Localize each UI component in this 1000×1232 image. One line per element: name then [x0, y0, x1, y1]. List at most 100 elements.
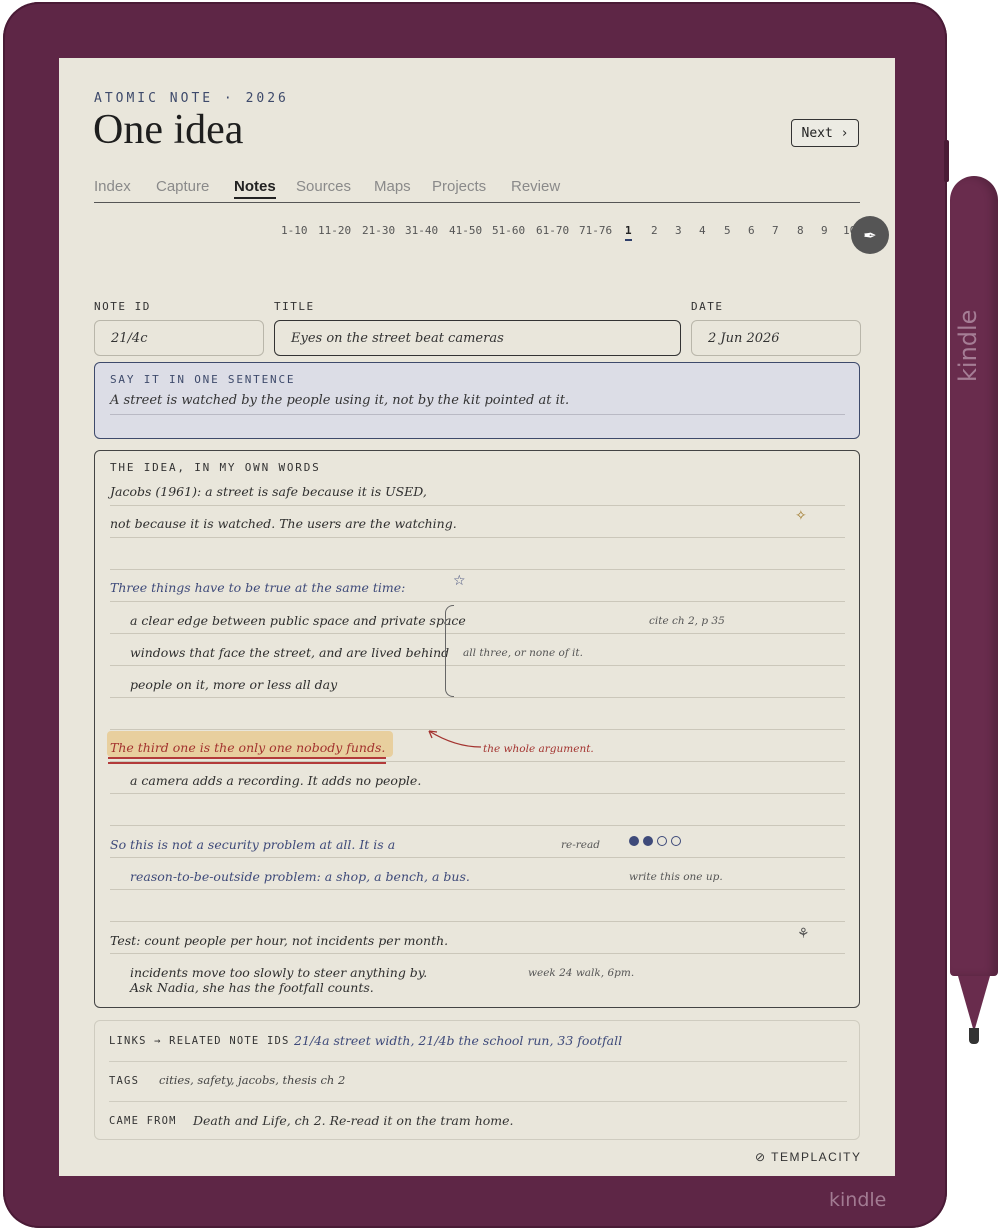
rating-dot-filled	[643, 836, 653, 846]
links-value: 21/4a street width, 21/4b the school run…	[294, 1033, 623, 1048]
handwritten-line: Jacobs (1961): a street is safe because …	[110, 484, 427, 499]
underline-mark	[108, 757, 386, 759]
rating-dot-empty	[671, 836, 681, 846]
pen-nib-icon: ✒	[863, 225, 877, 245]
one-sentence-box[interactable]: SAY IT IN ONE SENTENCE A street is watch…	[94, 362, 860, 439]
tab-capture[interactable]: Capture	[156, 178, 209, 195]
ruled-line	[110, 697, 845, 698]
margin-note: re-read	[561, 839, 600, 851]
pager-page[interactable]: 4	[699, 224, 706, 237]
handwritten-line: a camera adds a recording. It adds no pe…	[130, 773, 422, 788]
pager-page[interactable]: 6	[748, 224, 755, 237]
pager-range[interactable]: 51-60	[492, 224, 525, 237]
tab-maps[interactable]: Maps	[374, 178, 411, 195]
stylus-pen: kindle	[950, 176, 998, 1046]
ruled-line	[110, 633, 845, 634]
date-label: DATE	[691, 300, 724, 313]
e-ink-screen: ATOMIC NOTE · 2026 One idea Next › Index…	[59, 58, 895, 1176]
tab-notes[interactable]: Notes	[234, 178, 276, 199]
pager-page[interactable]: 9	[821, 224, 828, 237]
idea-writing-area[interactable]: THE IDEA, IN MY OWN WORDS Jacobs (1961):…	[94, 450, 860, 1008]
rating-dot-empty	[657, 836, 667, 846]
margin-note: all three, or none of it.	[463, 647, 583, 659]
tab-sources[interactable]: Sources	[296, 178, 351, 195]
tags-row[interactable]: TAGS cities, safety, jacobs, thesis ch 2	[109, 1061, 847, 1102]
pager-page[interactable]: 3	[675, 224, 682, 237]
pen-brand-logo: kindle	[954, 309, 982, 383]
ruled-line	[110, 825, 845, 826]
handwritten-list-item: people on it, more or less all day	[130, 677, 338, 692]
pager-range[interactable]: 1-10	[281, 224, 308, 237]
source-label: CAME FROM	[109, 1115, 177, 1127]
handwritten-line: reason-to-be-outside problem: a shop, a …	[130, 869, 470, 884]
handwritten-line: incidents move too slowly to steer anyth…	[130, 965, 428, 980]
pen-nib	[969, 1028, 979, 1044]
handwritten-line: Test: count people per hour, not inciden…	[110, 933, 449, 948]
links-label: LINKS → RELATED NOTE IDS	[109, 1035, 290, 1047]
pager-range[interactable]: 11-20	[318, 224, 351, 237]
rating-dot-filled	[629, 836, 639, 846]
plant-doodle-icon: ⚘	[797, 926, 810, 942]
pager-page[interactable]: 5	[724, 224, 731, 237]
pager-page-active[interactable]: 1	[625, 224, 632, 241]
date-field[interactable]: 2 Jun 2026	[691, 320, 861, 356]
ruled-line	[110, 889, 845, 890]
star-doodle-icon: ☆	[453, 573, 466, 589]
ruled-line	[110, 793, 845, 794]
template-credit: ⊘ TEMPLACITY	[755, 1150, 862, 1164]
handwritten-list-item: a clear edge between public space and pr…	[130, 613, 466, 628]
pager-range[interactable]: 41-50	[449, 224, 482, 237]
device-side-button	[944, 140, 949, 182]
tab-bar: Index Capture Notes Sources Maps Project…	[94, 178, 860, 203]
pager-page[interactable]: 8	[797, 224, 804, 237]
pen-tool-button[interactable]: ✒	[851, 216, 889, 254]
margin-note: write this one up.	[629, 871, 723, 883]
kindle-device: ATOMIC NOTE · 2026 One idea Next › Index…	[3, 2, 947, 1228]
pager-range[interactable]: 31-40	[405, 224, 438, 237]
margin-note: week 24 walk, 6pm.	[528, 967, 635, 979]
citation-note: cite ch 2, p 35	[649, 615, 725, 627]
page-title: One idea	[93, 107, 244, 153]
curly-brace-mark	[445, 605, 454, 697]
note-id-label: NOTE ID	[94, 300, 151, 313]
ruled-line	[110, 505, 845, 506]
margin-note: the whole argument.	[483, 743, 594, 755]
leaf-logo-icon: ⊘	[755, 1150, 772, 1164]
one-sentence-label: SAY IT IN ONE SENTENCE	[110, 373, 296, 386]
handwritten-line: So this is not a security problem at all…	[110, 837, 396, 852]
pager-range[interactable]: 21-30	[362, 224, 395, 237]
ruled-line	[110, 601, 845, 602]
underline-mark	[108, 762, 386, 764]
ruled-line	[110, 921, 845, 922]
pager-range[interactable]: 61-70	[536, 224, 569, 237]
handwritten-line: Three things have to be true at the same…	[110, 580, 406, 595]
credit-text: TEMPLACITY	[771, 1150, 862, 1164]
source-value: Death and Life, ch 2. Re-read it on the …	[193, 1113, 514, 1128]
tab-index[interactable]: Index	[94, 178, 131, 195]
ruled-line	[110, 537, 845, 538]
links-row[interactable]: LINKS → RELATED NOTE IDS 21/4a street wi…	[109, 1021, 847, 1062]
ruled-line	[110, 569, 845, 570]
source-row[interactable]: CAME FROM Death and Life, ch 2. Re-read …	[109, 1101, 847, 1141]
tags-value: cities, safety, jacobs, thesis ch 2	[159, 1073, 346, 1087]
highlighted-line: The third one is the only one nobody fun…	[110, 740, 386, 755]
tab-projects[interactable]: Projects	[432, 178, 486, 195]
tab-review[interactable]: Review	[511, 178, 560, 195]
idea-label: THE IDEA, IN MY OWN WORDS	[110, 461, 321, 474]
pager-page[interactable]: 7	[772, 224, 779, 237]
ruled-line	[110, 953, 845, 954]
page-kicker: ATOMIC NOTE · 2026	[94, 91, 289, 106]
title-field[interactable]: Eyes on the street beat cameras	[274, 320, 681, 356]
arrow-doodle-icon	[428, 730, 482, 748]
pager-range[interactable]: 71-76	[579, 224, 612, 237]
pager-page[interactable]: 2	[651, 224, 658, 237]
next-button[interactable]: Next ›	[791, 119, 859, 147]
sparkle-doodle-icon: ✧	[795, 508, 807, 524]
pen-tip	[958, 976, 990, 1032]
handwritten-line: Ask Nadia, she has the footfall counts.	[130, 980, 374, 995]
tags-label: TAGS	[109, 1075, 140, 1087]
note-id-field[interactable]: 21/4c	[94, 320, 264, 356]
device-brand-logo: kindle	[829, 1189, 887, 1211]
one-sentence-text: A street is watched by the people using …	[110, 393, 845, 415]
metadata-panel: LINKS → RELATED NOTE IDS 21/4a street wi…	[94, 1020, 860, 1140]
